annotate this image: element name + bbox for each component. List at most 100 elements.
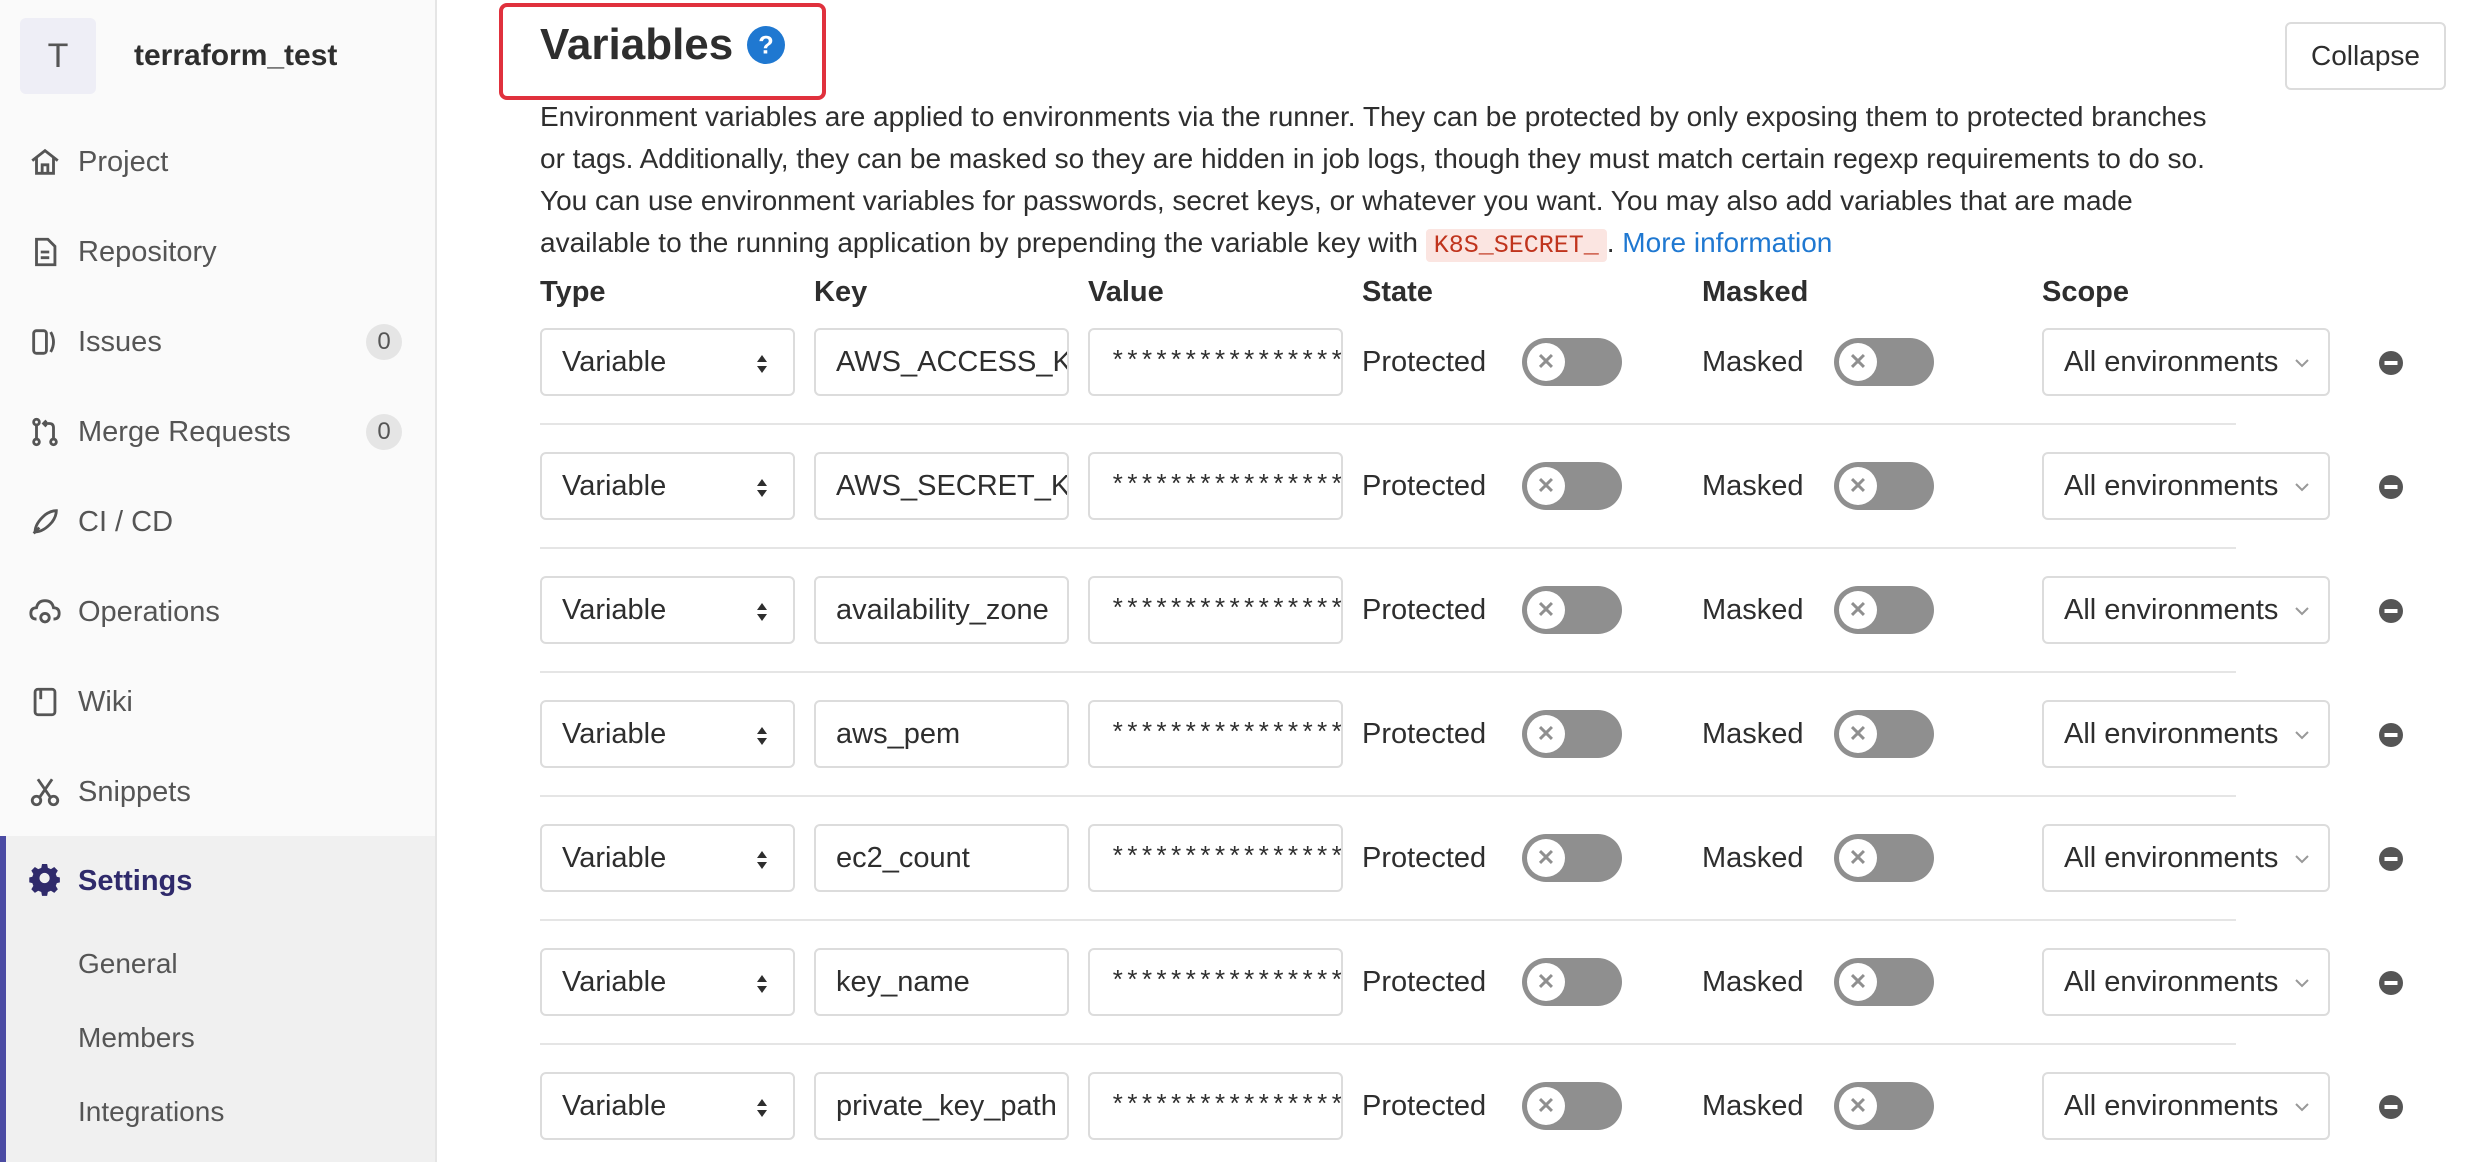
protected-label: Protected bbox=[1362, 1090, 1487, 1122]
sidebar-item-label: Operations bbox=[78, 595, 220, 628]
close-icon: ✕ bbox=[1527, 715, 1565, 753]
key-input[interactable]: availability_zone bbox=[814, 576, 1069, 644]
sidebar-item-ci-cd[interactable]: CI / CD bbox=[0, 477, 435, 567]
type-select[interactable]: Variable bbox=[540, 1072, 795, 1140]
chevron-down-icon bbox=[2295, 855, 2309, 864]
protected-label: Protected bbox=[1362, 718, 1487, 750]
sidebar-item-issues[interactable]: Issues 0 bbox=[0, 297, 435, 387]
remove-variable-icon[interactable] bbox=[2378, 1094, 2404, 1120]
protected-toggle[interactable]: ✕ bbox=[1522, 710, 1622, 758]
protected-toggle[interactable]: ✕ bbox=[1522, 338, 1622, 386]
key-input[interactable]: AWS_ACCESS_KEY_ID bbox=[814, 328, 1069, 396]
chevron-down-icon bbox=[2295, 979, 2309, 988]
type-select[interactable]: Variable bbox=[540, 576, 795, 644]
value-input[interactable]: **************** bbox=[1088, 576, 1343, 644]
scope-dropdown[interactable]: All environments bbox=[2042, 824, 2330, 892]
project-name[interactable]: terraform_test bbox=[134, 39, 337, 73]
scope-dropdown[interactable]: All environments bbox=[2042, 576, 2330, 644]
remove-variable-icon[interactable] bbox=[2378, 970, 2404, 996]
more-information-link[interactable]: More information bbox=[1622, 227, 1832, 258]
value-input[interactable]: **************** bbox=[1088, 700, 1343, 768]
masked-label: Masked bbox=[1702, 718, 1804, 750]
sidebar-subitem-integrations[interactable]: Integrations bbox=[78, 1096, 224, 1128]
value-input[interactable]: **************** bbox=[1088, 948, 1343, 1016]
protected-label: Protected bbox=[1362, 346, 1487, 378]
sidebar: T terraform_test Project Repository Issu… bbox=[0, 0, 437, 1162]
gear-icon bbox=[29, 864, 60, 896]
chevron-down-icon bbox=[2295, 483, 2309, 492]
sidebar-item-merge-requests[interactable]: Merge Requests 0 bbox=[0, 387, 435, 477]
row-divider bbox=[540, 795, 2236, 797]
protected-toggle[interactable]: ✕ bbox=[1522, 834, 1622, 882]
protected-toggle[interactable]: ✕ bbox=[1522, 958, 1622, 1006]
sidebar-item-label: CI / CD bbox=[78, 505, 174, 538]
remove-variable-icon[interactable] bbox=[2378, 722, 2404, 748]
remove-variable-icon[interactable] bbox=[2378, 598, 2404, 624]
type-select[interactable]: Variable bbox=[540, 328, 795, 396]
masked-toggle[interactable]: ✕ bbox=[1834, 586, 1934, 634]
sidebar-item-repository[interactable]: Repository bbox=[0, 207, 435, 297]
masked-label: Masked bbox=[1702, 470, 1804, 502]
type-select-value: Variable bbox=[562, 717, 667, 750]
masked-toggle[interactable]: ✕ bbox=[1834, 834, 1934, 882]
scope-dropdown-value: All environments bbox=[2064, 469, 2279, 502]
protected-toggle[interactable]: ✕ bbox=[1522, 586, 1622, 634]
remove-variable-icon[interactable] bbox=[2378, 846, 2404, 872]
masked-toggle[interactable]: ✕ bbox=[1834, 1082, 1934, 1130]
type-select[interactable]: Variable bbox=[540, 700, 795, 768]
scope-dropdown[interactable]: All environments bbox=[2042, 452, 2330, 520]
scope-dropdown[interactable]: All environments bbox=[2042, 700, 2330, 768]
protected-toggle[interactable]: ✕ bbox=[1522, 462, 1622, 510]
masked-toggle[interactable]: ✕ bbox=[1834, 958, 1934, 1006]
variable-row: Variable aws_pem **************** Protec… bbox=[540, 674, 2476, 798]
chevron-down-icon bbox=[2295, 607, 2309, 616]
section-title: Variables ? bbox=[540, 20, 786, 70]
remove-variable-icon[interactable] bbox=[2378, 350, 2404, 376]
masked-toggle[interactable]: ✕ bbox=[1834, 462, 1934, 510]
scissors-icon bbox=[30, 778, 60, 807]
sidebar-item-snippets[interactable]: Snippets bbox=[0, 747, 435, 837]
sidebar-subitem-general[interactable]: General bbox=[78, 948, 178, 980]
value-input[interactable]: **************** bbox=[1088, 1072, 1343, 1140]
value-input[interactable]: **************** bbox=[1088, 824, 1343, 892]
close-icon: ✕ bbox=[1839, 591, 1877, 629]
sidebar-item-operations[interactable]: Operations bbox=[0, 567, 435, 657]
value-input[interactable]: **************** bbox=[1088, 452, 1343, 520]
key-input[interactable]: key_name bbox=[814, 948, 1069, 1016]
masked-toggle[interactable]: ✕ bbox=[1834, 710, 1934, 758]
merge-request-icon bbox=[32, 417, 58, 447]
variable-row: Variable ec2_count **************** Prot… bbox=[540, 798, 2476, 922]
section-description: Environment variables are applied to env… bbox=[540, 96, 2230, 267]
value-input[interactable]: **************** bbox=[1088, 328, 1343, 396]
chevron-down-icon bbox=[2295, 359, 2309, 368]
close-icon: ✕ bbox=[1527, 343, 1565, 381]
select-arrows-icon bbox=[757, 1099, 767, 1117]
close-icon: ✕ bbox=[1839, 839, 1877, 877]
sidebar-item-project[interactable]: Project bbox=[0, 117, 435, 207]
sidebar-item-wiki[interactable]: Wiki bbox=[0, 657, 435, 747]
sidebar-item-settings[interactable]: Settings bbox=[0, 836, 435, 926]
variable-row: Variable AWS_ACCESS_KEY_ID *************… bbox=[540, 302, 2476, 426]
help-icon[interactable]: ? bbox=[747, 26, 786, 64]
collapse-button[interactable]: Collapse bbox=[2285, 22, 2446, 90]
remove-variable-icon[interactable] bbox=[2378, 474, 2404, 500]
type-select[interactable]: Variable bbox=[540, 824, 795, 892]
close-icon: ✕ bbox=[1527, 963, 1565, 1001]
key-input[interactable]: ec2_count bbox=[814, 824, 1069, 892]
type-select[interactable]: Variable bbox=[540, 948, 795, 1016]
masked-toggle[interactable]: ✕ bbox=[1834, 338, 1934, 386]
scope-dropdown[interactable]: All environments bbox=[2042, 1072, 2330, 1140]
protected-toggle[interactable]: ✕ bbox=[1522, 1082, 1622, 1130]
scope-dropdown[interactable]: All environments bbox=[2042, 948, 2330, 1016]
sidebar-subitem-members[interactable]: Members bbox=[78, 1022, 195, 1054]
scope-dropdown[interactable]: All environments bbox=[2042, 328, 2330, 396]
type-select[interactable]: Variable bbox=[540, 452, 795, 520]
sidebar-item-label: Settings bbox=[78, 864, 193, 897]
project-header[interactable]: T terraform_test bbox=[20, 18, 337, 94]
key-input[interactable]: private_key_path bbox=[814, 1072, 1069, 1140]
k8s-secret-code: K8S_SECRET_ bbox=[1425, 229, 1607, 262]
close-icon: ✕ bbox=[1527, 591, 1565, 629]
key-input[interactable]: aws_pem bbox=[814, 700, 1069, 768]
key-input[interactable]: AWS_SECRET_KEY bbox=[814, 452, 1069, 520]
scope-dropdown-value: All environments bbox=[2064, 841, 2279, 874]
